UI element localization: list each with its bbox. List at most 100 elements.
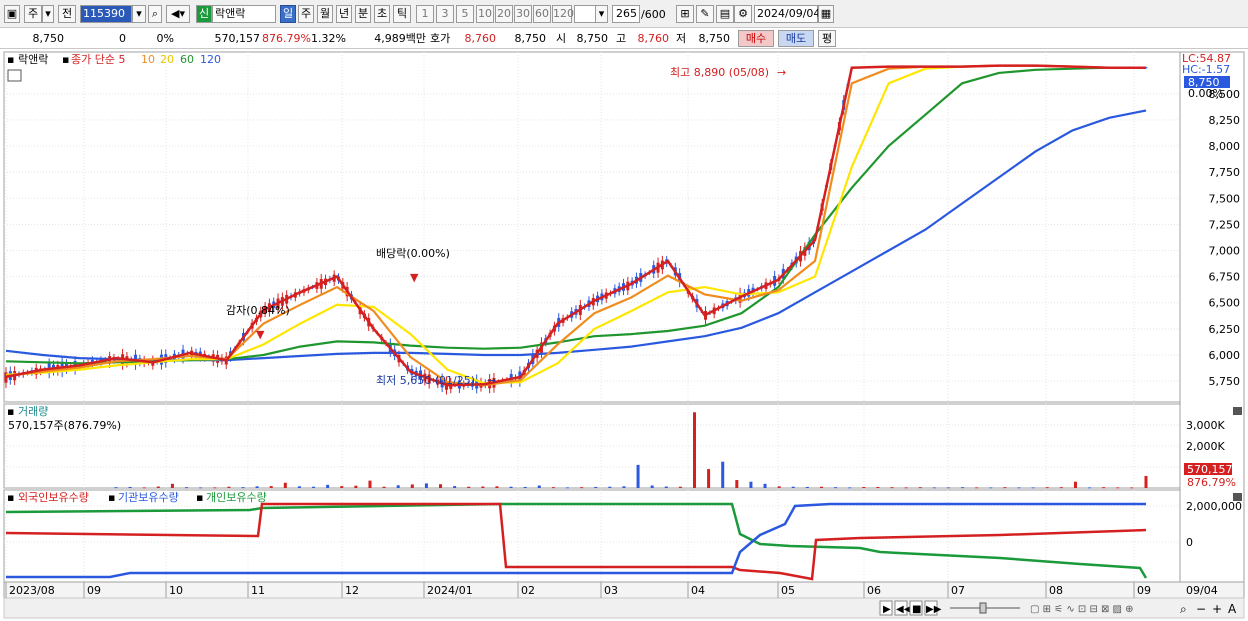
tab-year[interactable]: 년 [336,5,352,23]
legend-separator: ▪ [62,53,69,66]
tab-tick[interactable]: 틱 [393,5,411,23]
grid-toggle-icon[interactable] [7,69,22,82]
volume-bar [1003,487,1007,489]
dividend-annotation: 배당락(0.00%) [376,247,450,260]
x-axis-label: 04 [691,584,705,597]
period-type-select[interactable]: 주 [24,5,42,23]
tab-month[interactable]: 월 [317,5,333,23]
volume-bar [918,487,922,489]
zoom-in-icon[interactable]: + [1212,602,1222,616]
volume-bar [424,483,428,488]
save-icon[interactable]: ▤ [716,5,734,23]
volume-bar [128,486,132,488]
minute-5-button[interactable]: 5 [456,5,474,23]
chevron-down-icon[interactable]: ▾ [42,5,54,23]
volume-bar [114,487,118,489]
zoom-search-icon[interactable]: ⌕ [1180,602,1187,616]
high-arrow-icon: → [777,66,786,79]
price-y-tick: 7,500 [1209,192,1241,205]
open-label: 시 [556,32,567,45]
draw-tools-icons[interactable]: ▢ ⊞ ⚟ ∿ ⊡ ⊟ ⊠ ▨ ⊕ [1030,604,1134,615]
minute-10-button[interactable]: 10 [476,5,494,23]
chart-menu-icon[interactable]: ▪ [7,53,14,66]
holdings-menu-icon[interactable]: ▪ [7,491,14,504]
volume-bar [439,484,443,488]
tab-day[interactable]: 일 [280,5,296,23]
volume-bar [1045,487,1049,489]
volume-bar [523,486,527,488]
rewind-icon: ◀◀ [896,604,912,615]
change-percent: 0% [156,32,174,45]
volume-bar [848,487,852,489]
volume-bar [340,486,344,488]
price-y-tick: 5,750 [1209,375,1241,388]
speaker-icon[interactable]: ◀▾ [166,5,190,23]
holdings-y-tick: 0 [1186,536,1193,549]
price-y-tick: 7,250 [1209,218,1241,231]
minute-30-button[interactable]: 30 [514,5,532,23]
legend-ma10: 10 [141,53,155,66]
zoom-out-icon[interactable]: − [1196,602,1206,616]
volume-bar [664,486,668,488]
count-total: /600 [641,8,666,21]
tab-second[interactable]: 초 [374,5,390,23]
price-y-tick: 8,000 [1209,140,1241,153]
minute-120-button[interactable]: 120 [552,5,574,23]
price-y-tick: 6,750 [1209,271,1241,284]
minute-20-button[interactable]: 20 [495,5,513,23]
sell-button[interactable]: 매도 [778,30,814,47]
calendar-icon[interactable]: ▦ [818,5,834,23]
high-label: 고 [616,32,627,45]
volume-bar [495,486,499,488]
interval-dropdown-icon[interactable]: ▾ [595,5,608,23]
volume-bar [904,487,908,489]
volume-title: 거래량 [18,405,48,418]
eval-button[interactable]: 평 [818,30,836,47]
volume-bar [170,483,174,488]
price-change: 0 [119,32,126,45]
stock-chart[interactable]: 8,5008,2508,0007,7507,5007,2507,0006,750… [0,50,1248,621]
low-price: 8,750 [698,32,731,45]
volume-bar [1144,476,1148,488]
tab-minute[interactable]: 분 [355,5,371,23]
minute-60-button[interactable]: 60 [533,5,551,23]
volume-bar [453,486,457,488]
holdings-close-icon[interactable] [1233,493,1242,501]
volume-close-icon[interactable] [1233,407,1242,415]
buy-button[interactable]: 매수 [738,30,774,47]
font-size-icon[interactable]: A [1228,602,1237,616]
volume-bar [777,486,781,488]
date-input[interactable]: 2024/09/04 [754,5,820,23]
volume-bar [227,486,231,488]
legend-sep-1: ▪ [108,491,115,504]
draw-tool-icon[interactable]: ✎ [696,5,714,23]
volume-menu-icon[interactable]: ▪ [7,405,14,418]
code-dropdown-icon[interactable]: ▾ [132,5,146,23]
volume-bar [608,486,612,488]
volume-bar [566,487,570,489]
count-input[interactable]: 265 [612,5,640,23]
bid-label: 호가 [430,32,451,45]
volume-bar [1031,487,1035,489]
stock-code-input[interactable]: 115390 [80,5,132,23]
volume-bar [213,487,217,489]
tab-week[interactable]: 주 [298,5,314,23]
x-axis-label: 05 [781,584,795,597]
prev-button[interactable]: 전 [58,5,76,23]
search-icon[interactable]: ⌕ [148,5,162,23]
high-annotation: 최고 8,890 (05/08) [670,66,769,79]
volume-bar [580,487,584,489]
volume-last-value: 570,157 [1187,463,1233,476]
window-icon[interactable]: ▣ [4,5,20,23]
indicator-icon[interactable]: ⊞ [676,5,694,23]
volume-bar [283,482,287,488]
gear-icon[interactable]: ⚙ [734,5,752,23]
zoom-slider-handle[interactable] [979,602,987,614]
minute-3-button[interactable]: 3 [436,5,454,23]
price-panel-title: 락앤락 [18,53,48,66]
stop-icon: ■ [912,604,921,615]
minute-1-button[interactable]: 1 [416,5,434,23]
volume-bar [1073,481,1077,488]
volume-bar [1017,487,1021,489]
volume-bar [1059,487,1063,489]
